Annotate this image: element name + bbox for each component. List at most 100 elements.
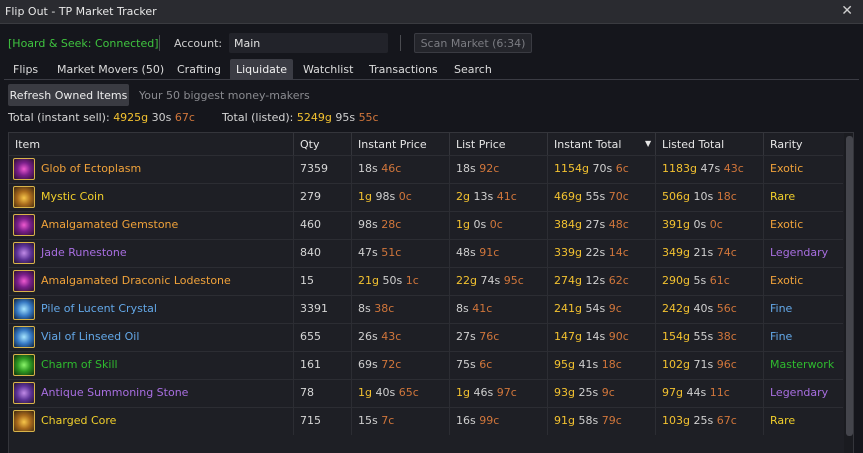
- table-row[interactable]: Pile of Lucent Crystal 3391 8s 38c 8s 41c …: [9, 295, 843, 323]
- copper-value: 11c: [709, 386, 730, 399]
- hint-text: Your 50 biggest money-makers: [139, 89, 310, 102]
- copper-value: 61c: [709, 274, 730, 287]
- tab-crafting[interactable]: Crafting: [171, 59, 227, 79]
- table-row[interactable]: Antique Summoning Stone 78 1g 40s 65c 1g 4…: [9, 379, 843, 407]
- list-cell: 75s 6c: [450, 352, 548, 379]
- scan-market-button[interactable]: Scan Market (6:34): [414, 33, 532, 53]
- instant-cell: 47s 51c: [352, 240, 450, 267]
- itotal-cell: 147g 14s 90c: [548, 324, 656, 351]
- close-icon[interactable]: ✕: [841, 3, 853, 19]
- gold-value: 21g: [358, 274, 379, 287]
- tab-liquidate[interactable]: Liquidate: [230, 59, 293, 79]
- rarity-cell: Legendary: [770, 246, 829, 259]
- instant-cell: 1g 40s 65c: [352, 380, 450, 407]
- silver-value: 27s: [456, 330, 476, 343]
- refresh-owned-items-button[interactable]: Refresh Owned Items: [8, 84, 129, 106]
- gold-value: 384g: [554, 218, 582, 231]
- item-cell: Amalgamated Draconic Lodestone: [9, 268, 294, 295]
- column-list-price[interactable]: List Price: [450, 133, 548, 155]
- gold-value: 93g: [554, 386, 575, 399]
- list-cell: 2g 13s 41c: [450, 184, 548, 211]
- copper-value: 14c: [608, 246, 629, 259]
- copper-value: 43c: [381, 330, 402, 343]
- itotal-cell: 95g 41s 18c: [548, 352, 656, 379]
- copper-value: 41c: [472, 302, 493, 315]
- copper-value: 96c: [716, 358, 737, 371]
- instant-total-gold: 4925g: [113, 111, 149, 124]
- silver-value: 8s: [456, 302, 469, 315]
- ltotal-cell: 102g 71s 96c: [656, 352, 764, 379]
- amalgamated-gemstone-icon: [13, 214, 35, 236]
- instant-cell: 26s 43c: [352, 324, 450, 351]
- silver-value: 48s: [456, 246, 476, 259]
- column-listed-total[interactable]: Listed Total: [656, 133, 764, 155]
- account-field[interactable]: Main: [229, 33, 388, 53]
- gold-value: 242g: [662, 302, 690, 315]
- column-rarity[interactable]: Rarity: [764, 133, 843, 155]
- silver-value: 47s: [358, 246, 378, 259]
- item-name: Amalgamated Gemstone: [41, 218, 179, 231]
- gold-value: 147g: [554, 330, 582, 343]
- table-row[interactable]: Charged Core 715 15s 7c 16s 99c 91g 58s 79…: [9, 407, 843, 435]
- column-instant-price[interactable]: Instant Price: [352, 133, 450, 155]
- table-row[interactable]: Jade Runestone 840 47s 51c 48s 91c 339g 22…: [9, 239, 843, 267]
- silver-value: 16s: [456, 414, 476, 427]
- divider: [159, 35, 160, 51]
- divider: [400, 35, 401, 51]
- silver-value: 14s: [585, 330, 606, 343]
- gold-value: 103g: [662, 414, 690, 427]
- account-label: Account:: [174, 37, 223, 50]
- silver-value: 46s: [473, 386, 494, 399]
- silver-value: 44s: [686, 386, 707, 399]
- tab-flips[interactable]: Flips: [7, 59, 44, 79]
- table-row[interactable]: Charm of Skill 161 69s 72c 75s 6c 95g 41s …: [9, 351, 843, 379]
- instant-cell: 15s 7c: [352, 408, 450, 435]
- tab-watchlist[interactable]: Watchlist: [297, 59, 359, 79]
- column-qty[interactable]: Qty: [294, 133, 352, 155]
- tab-transactions[interactable]: Transactions: [363, 59, 444, 79]
- copper-value: 18c: [601, 358, 622, 371]
- copper-value: 7c: [381, 414, 395, 427]
- table-row[interactable]: Amalgamated Gemstone 460 98s 28c 1g 0s 0c …: [9, 211, 843, 239]
- copper-value: 56c: [716, 302, 737, 315]
- silver-value: 75s: [456, 358, 476, 371]
- table-row[interactable]: Amalgamated Draconic Lodestone 15 21g 50s …: [9, 267, 843, 295]
- silver-value: 40s: [693, 302, 714, 315]
- rarity-cell: Legendary: [770, 386, 829, 399]
- scrollbar-thumb[interactable]: [846, 136, 853, 436]
- list-cell: 16s 99c: [450, 408, 548, 435]
- silver-value: 50s: [382, 274, 403, 287]
- item-cell: Jade Runestone: [9, 240, 294, 267]
- silver-value: 21s: [693, 246, 714, 259]
- itotal-cell: 469g 55s 70c: [548, 184, 656, 211]
- tab-search[interactable]: Search: [448, 59, 498, 79]
- rarity-cell: Rare: [770, 190, 796, 203]
- ltotal-cell: 154g 55s 38c: [656, 324, 764, 351]
- gold-value: 391g: [662, 218, 690, 231]
- instant-cell: 8s 38c: [352, 296, 450, 323]
- silver-value: 41s: [578, 358, 599, 371]
- scrollbar[interactable]: [844, 133, 853, 453]
- gold-value: 1g: [456, 218, 470, 231]
- copper-value: 91c: [479, 246, 500, 259]
- instant-cell: 21g 50s 1c: [352, 268, 450, 295]
- column-instant-total[interactable]: Instant Total: [548, 133, 656, 155]
- table-row[interactable]: Glob of Ectoplasm 7359 18s 46c 18s 92c 115…: [9, 155, 843, 183]
- table-row[interactable]: Mystic Coin 279 1g 98s 0c 2g 13s 41c 469g …: [9, 183, 843, 211]
- column-item[interactable]: Item: [9, 133, 294, 155]
- silver-value: 15s: [358, 414, 378, 427]
- tab-market-movers[interactable]: Market Movers (50): [51, 59, 170, 79]
- connection-status: [Hoard & Seek: Connected]: [8, 37, 159, 50]
- item-name: Vial of Linseed Oil: [41, 330, 140, 343]
- gold-value: 1183g: [662, 162, 697, 175]
- items-table: Item Qty Instant Price List Price Instan…: [8, 132, 854, 453]
- copper-value: 0c: [489, 218, 503, 231]
- copper-value: 48c: [608, 218, 629, 231]
- copper-value: 9c: [608, 302, 622, 315]
- glob-of-ectoplasm-icon: [13, 158, 35, 180]
- table-row[interactable]: Vial of Linseed Oil 655 26s 43c 27s 76c 14…: [9, 323, 843, 351]
- copper-value: 6c: [615, 162, 629, 175]
- list-cell: 1g 0s 0c: [450, 212, 548, 239]
- copper-value: 28c: [381, 218, 402, 231]
- listed-total-copper: 55c: [358, 111, 379, 124]
